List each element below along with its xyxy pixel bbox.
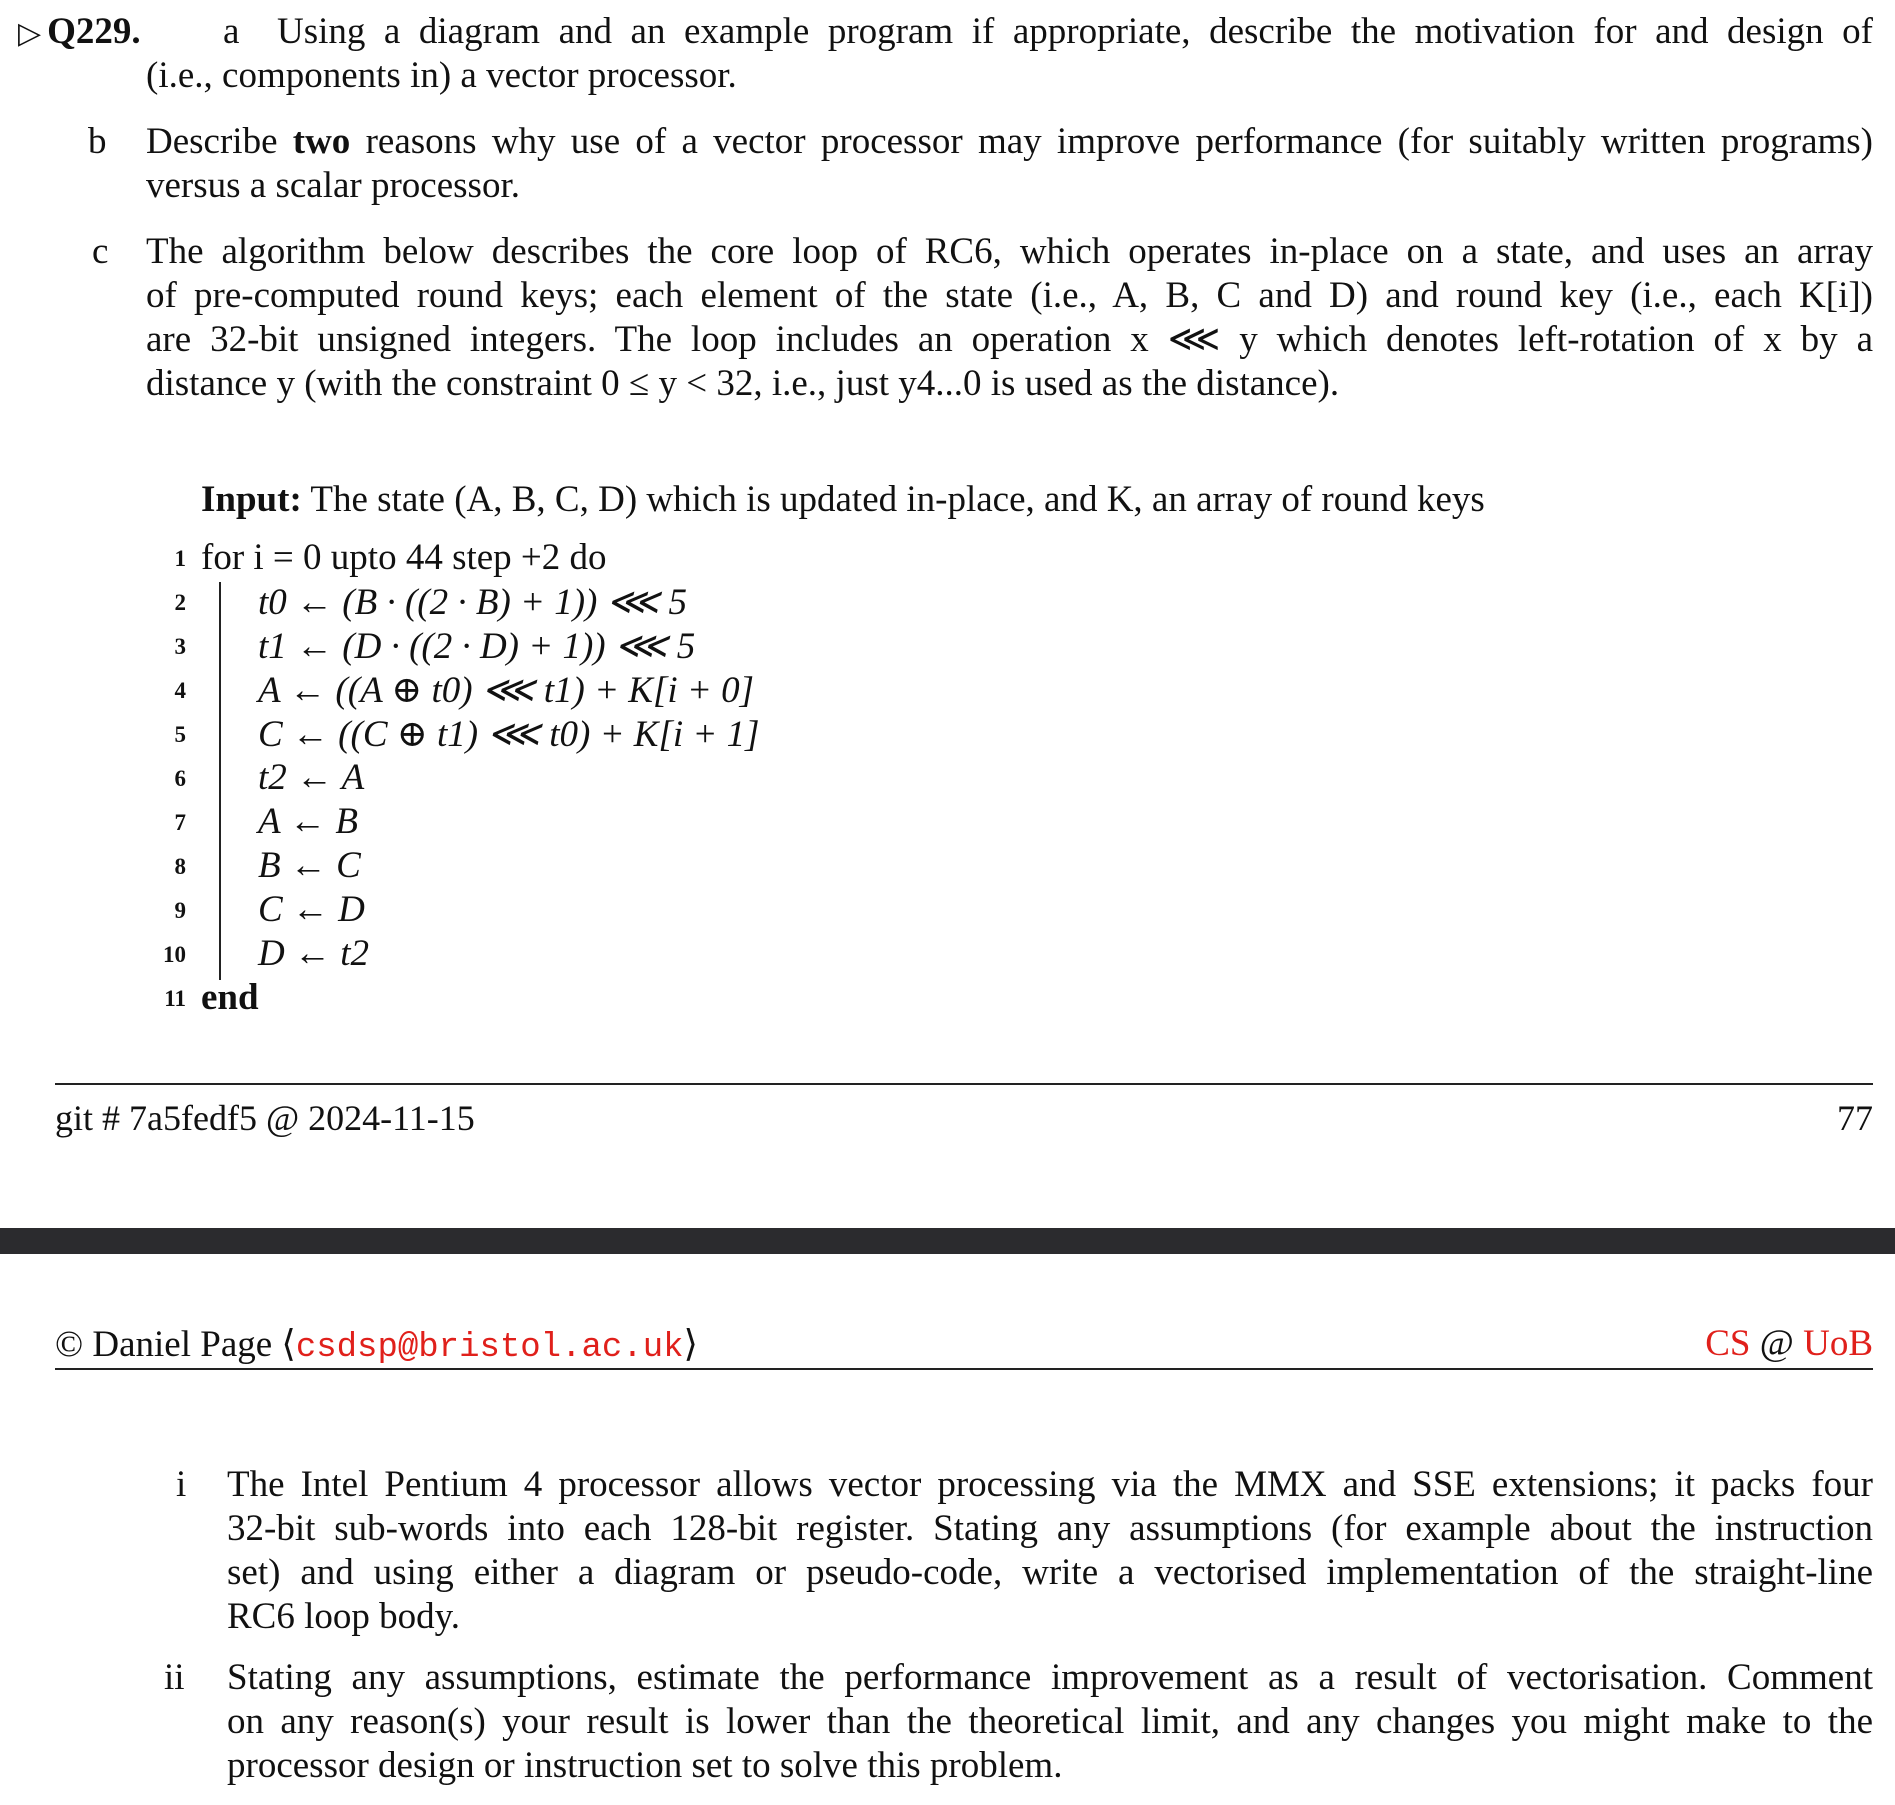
part-a-line-1: Using a diagram and an example program i…: [277, 11, 1873, 52]
subpart-i-line-1: The Intel Pentium 4 processor allows vec…: [227, 1464, 1873, 1505]
subpart-i-line-2: 32-bit sub-words into each 128-bit regis…: [227, 1508, 1873, 1549]
algorithm-line: A ← ((A ⊕ t0) ⋘ t1) + K[i + 0]: [258, 670, 755, 711]
part-a-line-2: (i.e., components in) a vector processor…: [146, 55, 737, 96]
part-c-line-2: of pre-computed round keys; each element…: [146, 275, 1873, 316]
copyright-close: ⟩: [683, 1324, 698, 1365]
algorithm-line: t2 ← A: [258, 757, 365, 798]
page-number: 77: [1837, 1098, 1873, 1138]
line-number: 9: [174, 898, 187, 923]
algorithm-input-text: The state (A, B, C, D) which is updated …: [310, 479, 1485, 520]
footer-git-revision: git # 7a5fedf5 @ 2024-11-15: [55, 1098, 475, 1138]
part-b-line-2: versus a scalar processor.: [146, 165, 520, 206]
algorithm-line: B ← C: [258, 845, 361, 886]
line-number: 2: [174, 590, 187, 615]
part-c-label: c: [92, 231, 109, 272]
org-cs-link[interactable]: CS: [1705, 1323, 1750, 1364]
algorithm-line: t0 ← (B · ((2 · B) + 1)) ⋘ 5: [258, 582, 688, 623]
algorithm-line: C ← ((C ⊕ t1) ⋘ t0) + K[i + 1]: [258, 714, 760, 755]
part-c-line-1: The algorithm below describes the core l…: [146, 231, 1873, 272]
subpart-ii-line-1: Stating any assumptions, estimate the pe…: [227, 1657, 1873, 1698]
algorithm-block-bar: [219, 582, 221, 980]
subpart-i-line-3: set) and using either a diagram or pseud…: [227, 1552, 1873, 1593]
author-email-link[interactable]: csdsp@bristol.ac.uk: [296, 1329, 684, 1367]
part-b-label: b: [88, 121, 107, 162]
org-at: @: [1750, 1323, 1804, 1364]
subpart-i-line-4: RC6 loop body.: [227, 1596, 460, 1637]
part-b-text-pre: Describe: [146, 121, 293, 162]
part-c-line-3: are 32-bit unsigned integers. The loop i…: [146, 319, 1873, 360]
part-b-text-post: reasons why use of a vector processor ma…: [350, 121, 1873, 162]
line-number: 3: [174, 634, 187, 659]
line-number: 7: [174, 810, 187, 835]
algorithm-line: A ← B: [258, 801, 359, 842]
line-number: 6: [174, 766, 187, 791]
algorithm-line: D ← t2: [258, 933, 369, 974]
algorithm-line: for i = 0 upto 44 step +2 do: [201, 537, 607, 578]
algorithm-line: C ← D: [258, 889, 365, 930]
part-a-label: a: [223, 11, 240, 52]
header-author: © Daniel Page ⟨csdsp@bristol.ac.uk⟩: [55, 1322, 698, 1367]
algorithm-line: t1 ← (D · ((2 · D) + 1)) ⋘ 5: [258, 626, 696, 667]
copyright-text: © Daniel Page ⟨: [55, 1324, 296, 1365]
part-c-line-4: distance y (with the constraint 0 ≤ y < …: [146, 363, 1340, 404]
org-uob-link[interactable]: UoB: [1803, 1323, 1873, 1364]
page-divider: [0, 1228, 1895, 1254]
subpart-i-label: i: [176, 1464, 187, 1505]
header-org: CS @ UoB: [1705, 1322, 1873, 1365]
line-number: 11: [164, 986, 186, 1011]
subpart-ii-label: ii: [164, 1657, 185, 1698]
algorithm-line: end: [201, 977, 259, 1018]
subpart-ii-line-2: on any reason(s) your result is lower th…: [227, 1701, 1873, 1742]
line-number: 1: [174, 546, 187, 571]
line-number: 8: [174, 854, 187, 879]
subpart-ii-line-3: processor design or instruction set to s…: [227, 1745, 1063, 1786]
line-number: 10: [163, 942, 186, 967]
line-number: 4: [174, 678, 187, 703]
line-number: 5: [174, 722, 187, 747]
question-header: ▷ Q229.: [18, 10, 141, 56]
triangle-marker-icon: ▷: [18, 16, 42, 51]
question-number: Q229.: [47, 11, 141, 52]
algorithm-input-label: Input:: [201, 479, 302, 520]
header-rule: [55, 1368, 1873, 1370]
part-b-emphasis: two: [292, 121, 351, 162]
algorithm-input: Input: The state (A, B, C, D) which is u…: [201, 478, 1485, 522]
part-b-line-1: Describe two reasons why use of a vector…: [146, 120, 1873, 164]
footer-rule: [55, 1083, 1873, 1085]
